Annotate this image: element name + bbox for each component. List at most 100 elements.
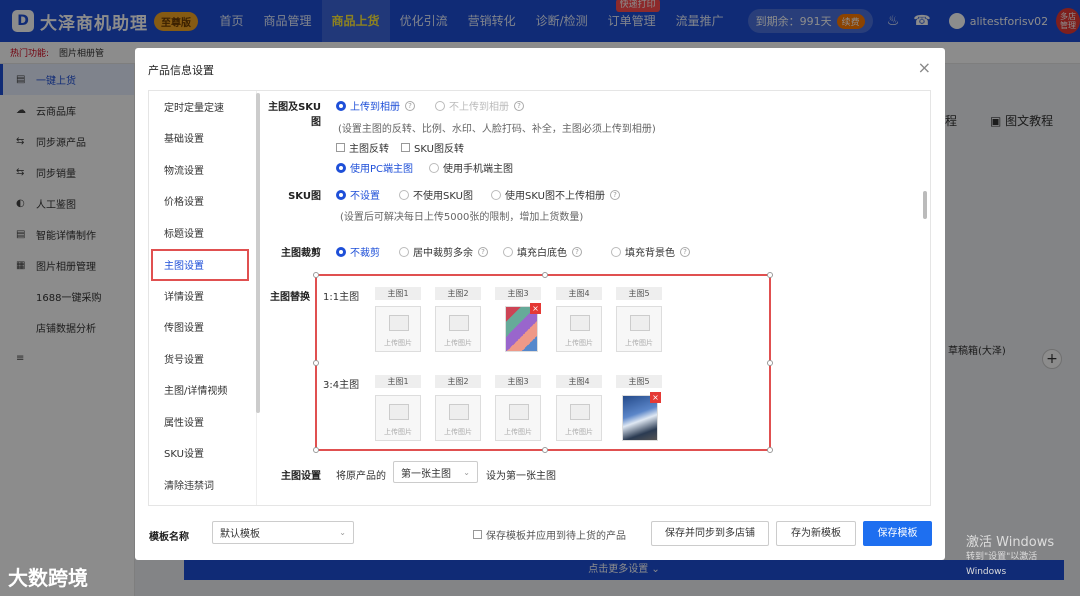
content-scrollbar[interactable] [923, 191, 927, 219]
resize-handle[interactable] [542, 447, 548, 453]
delete-icon[interactable]: × [530, 303, 541, 314]
check-flip-main[interactable]: 主图反转 [336, 140, 389, 155]
chevron-down-icon: ⌄ [463, 467, 470, 477]
upload-slot-1-4[interactable]: 上传图片 [556, 306, 602, 352]
tab-attributes[interactable]: 属性设置 [151, 408, 249, 440]
resize-handle[interactable] [313, 447, 319, 453]
tab-video[interactable]: 主图/详情视频 [151, 376, 249, 408]
radio-no-upload-album[interactable]: 不上传到相册? [435, 98, 524, 113]
col-label-1: 主图1 [375, 287, 421, 300]
settings-content: 主图及SKU图 上传到相册? 不上传到相册? (设置主图的反转、比例、水印、人脸… [261, 91, 930, 505]
settings-nav: 定时定量定速 基础设置 物流设置 价格设置 标题设置 主图设置 详情设置 传图设… [149, 91, 257, 505]
resize-handle[interactable] [313, 360, 319, 366]
main-set-label: 主图设置 [281, 471, 321, 482]
image-placeholder-icon [449, 315, 469, 331]
tab-detail[interactable]: 详情设置 [151, 282, 249, 314]
help-icon[interactable]: ? [514, 100, 524, 111]
product-thumbnail-2-5[interactable]: × [622, 392, 661, 441]
nav-scrollbar[interactable] [256, 93, 260, 413]
radio-no-crop[interactable]: 不裁剪 [336, 244, 380, 259]
main-set-suffix: 设为第一张主图 [486, 471, 556, 482]
help-icon[interactable]: ? [680, 246, 690, 257]
help-icon[interactable]: ? [572, 246, 582, 257]
col-label-2: 主图2 [435, 287, 481, 300]
image-placeholder-icon [509, 404, 529, 420]
resize-handle[interactable] [313, 272, 319, 278]
template-select[interactable]: 默认模板 ⌄ [212, 521, 354, 544]
delete-icon[interactable]: × [650, 392, 661, 403]
upload-slot-1-2[interactable]: 上传图片 [435, 306, 481, 352]
col-label-1: 主图1 [375, 375, 421, 388]
main-set-prefix: 将原产品的 [336, 471, 386, 482]
help-icon[interactable]: ? [478, 246, 488, 257]
ratio-1-1-label: 1:1主图 [323, 292, 360, 303]
radio-no-sku-image[interactable]: 不使用SKU图 [399, 187, 473, 202]
col-label-4: 主图4 [556, 287, 602, 300]
save-template-button[interactable]: 保存模板 [863, 521, 932, 546]
ratio-3-4-label: 3:4主图 [323, 380, 360, 391]
modal-footer: 模板名称 默认模板 ⌄ 保存模板并应用到待上货的产品 保存并同步到多店铺 存为新模… [135, 516, 945, 552]
modal-body: 定时定量定速 基础设置 物流设置 价格设置 标题设置 主图设置 详情设置 传图设… [148, 90, 931, 506]
save-as-new-template-button[interactable]: 存为新模板 [776, 521, 856, 546]
tab-upload-image[interactable]: 传图设置 [151, 313, 249, 345]
chevron-down-icon: ⌄ [339, 528, 346, 537]
tab-logistics[interactable]: 物流设置 [151, 156, 249, 188]
resize-handle[interactable] [767, 447, 773, 453]
radio-sku-no-album[interactable]: 使用SKU图不上传相册? [491, 187, 620, 202]
col-label-2: 主图2 [435, 375, 481, 388]
radio-pc-main-image[interactable]: 使用PC端主图 [336, 160, 413, 175]
tab-item-number[interactable]: 货号设置 [151, 345, 249, 377]
sku-image-label: 主图及SKU图 [268, 102, 321, 128]
image-placeholder-icon [389, 404, 409, 420]
tab-price[interactable]: 价格设置 [151, 187, 249, 219]
check-flip-sku[interactable]: SKU图反转 [401, 140, 464, 155]
tab-sku[interactable]: SKU设置 [151, 439, 249, 471]
upload-slot-1-1[interactable]: 上传图片 [375, 306, 421, 352]
tab-basic[interactable]: 基础设置 [151, 124, 249, 156]
apply-template-checkbox[interactable]: 保存模板并应用到待上货的产品 [473, 527, 626, 542]
product-thumbnail-1-3[interactable]: × [505, 303, 541, 352]
resize-handle[interactable] [542, 272, 548, 278]
upload-slot-2-2[interactable]: 上传图片 [435, 395, 481, 441]
resize-handle[interactable] [767, 360, 773, 366]
tab-main-image[interactable]: 主图设置 [151, 249, 249, 281]
image-placeholder-icon [570, 404, 590, 420]
radio-sku-not-set[interactable]: 不设置 [336, 187, 380, 202]
upload-slot-2-1[interactable]: 上传图片 [375, 395, 421, 441]
image-placeholder-icon [449, 404, 469, 420]
tab-title[interactable]: 标题设置 [151, 219, 249, 251]
help-icon[interactable]: ? [609, 189, 620, 200]
image-placeholder-icon [570, 315, 590, 331]
radio-upload-album[interactable]: 上传到相册? [336, 98, 415, 113]
brand-watermark: 大数跨境 [8, 566, 88, 590]
col-label-3: 主图3 [495, 287, 541, 300]
image-placeholder-icon [389, 315, 409, 331]
radio-fill-white[interactable]: 填充白底色? [503, 244, 582, 259]
upload-slot-1-5[interactable]: 上传图片 [616, 306, 662, 352]
tab-schedule[interactable]: 定时定量定速 [151, 93, 249, 125]
col-label-4: 主图4 [556, 375, 602, 388]
radio-mobile-main-image[interactable]: 使用手机端主图 [429, 160, 513, 175]
col-label-3: 主图3 [495, 375, 541, 388]
main-image-select[interactable]: 第一张主图 ⌄ [393, 461, 478, 483]
col-label-5: 主图5 [616, 375, 662, 388]
windows-activation-watermark: 激活 Windows 转到"设置"以激活 Windows [966, 535, 1055, 577]
product-info-settings-modal: 产品信息设置 × 定时定量定速 基础设置 物流设置 价格设置 标题设置 主图设置… [135, 48, 945, 560]
help-icon[interactable]: ? [405, 100, 415, 111]
resize-handle[interactable] [767, 272, 773, 278]
radio-fill-background[interactable]: 填充背景色? [611, 244, 690, 259]
upload-slot-2-3[interactable]: 上传图片 [495, 395, 541, 441]
upload-slot-2-4[interactable]: 上传图片 [556, 395, 602, 441]
sku-label: SKU图 [288, 191, 321, 202]
replace-label: 主图替换 [270, 292, 310, 303]
template-name-label: 模板名称 [149, 532, 189, 543]
save-sync-multi-store-button[interactable]: 保存并同步到多店铺 [651, 521, 769, 546]
close-icon[interactable]: × [918, 58, 931, 77]
modal-title: 产品信息设置 [148, 64, 214, 77]
crop-label: 主图裁剪 [281, 248, 321, 259]
image-placeholder-icon [630, 315, 650, 331]
tab-forbidden-words[interactable]: 清除违禁词 [151, 471, 249, 503]
sku-image-note: (设置主图的反转、比例、水印、人脸打码、补全，主图必须上传到相册) [338, 124, 656, 135]
radio-center-crop[interactable]: 居中裁剪多余? [399, 244, 488, 259]
col-label-5: 主图5 [616, 287, 662, 300]
